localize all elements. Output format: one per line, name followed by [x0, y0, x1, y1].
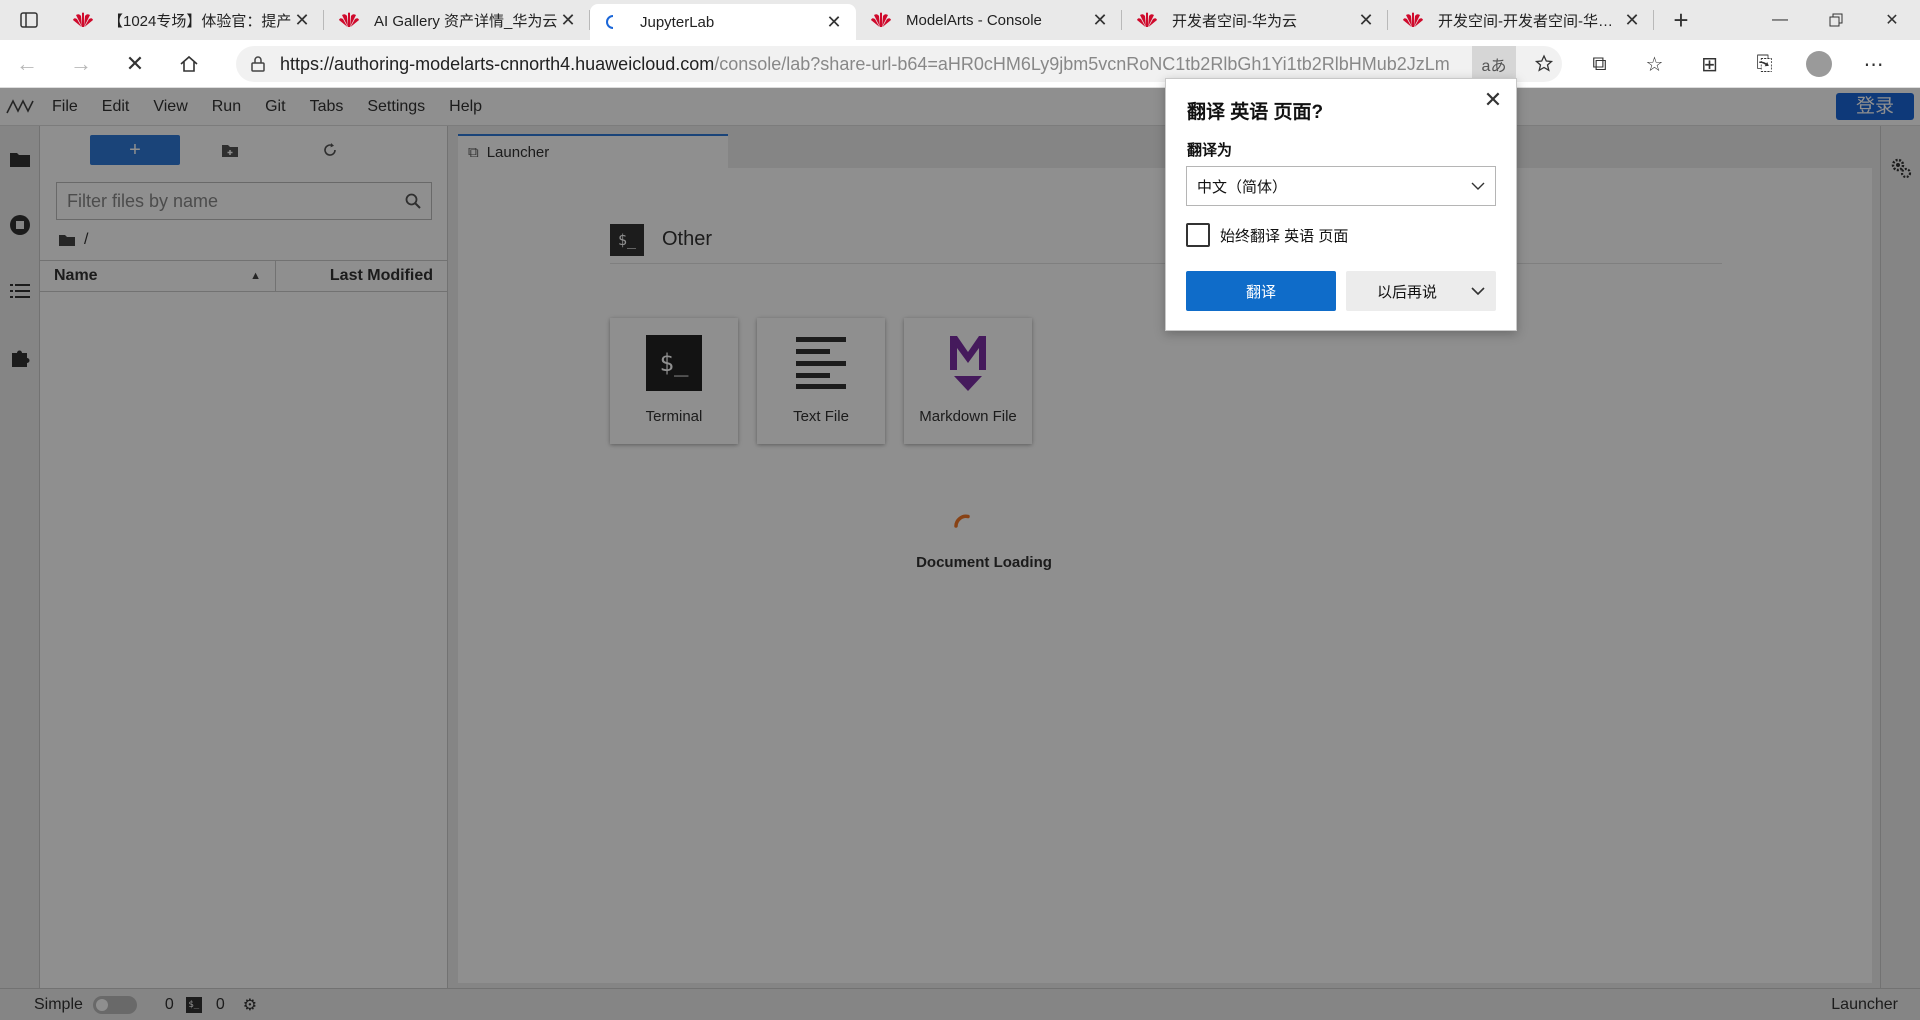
- selected-language: 中文（简体）: [1197, 178, 1288, 196]
- stop-loading-button[interactable]: ✕: [108, 40, 162, 88]
- tab-title: AI Gallery 资产详情_华为云: [374, 12, 558, 30]
- restore-icon: [1829, 13, 1843, 27]
- minimize-icon: —: [1772, 11, 1788, 28]
- translate-button[interactable]: 翻译: [1186, 271, 1336, 311]
- collections-button[interactable]: ⊞: [1682, 40, 1737, 88]
- stop-icon: ✕: [125, 50, 145, 76]
- always-translate-label[interactable]: 始终翻译 英语 页面: [1220, 225, 1348, 246]
- browser-tab[interactable]: 开发者空间-华为云 ✕: [1122, 0, 1388, 40]
- browser-tab[interactable]: ModelArts - Console ✕: [856, 0, 1122, 40]
- home-icon: [180, 55, 198, 72]
- minimize-button[interactable]: —: [1752, 0, 1808, 40]
- puzzle-icon: ⧉: [1592, 52, 1607, 75]
- forward-button[interactable]: →: [54, 40, 108, 88]
- jupyter-loading-icon: [606, 15, 614, 29]
- forward-arrow-icon: →: [70, 50, 92, 76]
- favorites-icon: ☆: [1645, 53, 1664, 76]
- translate-icon: aあ: [1481, 58, 1507, 75]
- translate-page-button[interactable]: aあ: [1472, 46, 1516, 82]
- huawei-logo-icon: [871, 12, 891, 27]
- translate-popup-close-button[interactable]: ✕: [1480, 87, 1506, 113]
- tab-close-icon[interactable]: ✕: [292, 10, 312, 31]
- translate-popup-title: 翻译 英语 页面?: [1187, 102, 1324, 123]
- plus-icon: +: [1673, 4, 1689, 35]
- back-arrow-icon: ←: [16, 50, 38, 76]
- tab-close-icon[interactable]: ✕: [824, 12, 844, 33]
- translate-language-select[interactable]: 中文（简体）: [1186, 166, 1496, 206]
- back-button[interactable]: ←: [0, 40, 54, 88]
- huawei-logo-icon: [73, 12, 93, 27]
- huawei-logo-icon: [1137, 12, 1157, 27]
- tab-close-icon[interactable]: ✕: [1090, 10, 1110, 31]
- browser-tab-bar: 【1024专场】体验官：提产 ✕ AI Gallery 资产详情_华为云 ✕ J…: [0, 0, 1920, 40]
- profile-avatar[interactable]: [1806, 51, 1832, 77]
- browser-tab[interactable]: 开发空间-开发者空间-华为云 ✕: [1388, 0, 1654, 40]
- add-favorite-button[interactable]: [1524, 46, 1564, 82]
- favorites-button[interactable]: ☆: [1627, 40, 1682, 88]
- always-translate-checkbox[interactable]: [1186, 223, 1210, 247]
- address-bar: ← → ✕ https://authoring-modelarts-cnnort…: [0, 40, 1920, 88]
- settings-more-button[interactable]: ⋯: [1846, 40, 1901, 88]
- tab-actions-icon: [20, 12, 38, 28]
- lock-icon[interactable]: [236, 56, 280, 72]
- url-field[interactable]: https://authoring-modelarts-cnnorth4.hua…: [236, 46, 1562, 82]
- restore-button[interactable]: [1808, 0, 1864, 40]
- url-path: /console/lab?share-url-b64=aHR0cHM6Ly9jb…: [714, 53, 1450, 74]
- tab-title: JupyterLab: [640, 13, 715, 31]
- url-host: https://authoring-modelarts-cnnorth4.hua…: [280, 53, 715, 74]
- url-text: https://authoring-modelarts-cnnorth4.hua…: [280, 54, 1450, 75]
- tab-title: ModelArts - Console: [906, 11, 1042, 29]
- translate-target-label: 翻译为: [1187, 142, 1233, 159]
- collections-icon: ⊞: [1701, 53, 1718, 76]
- chevron-down-icon: [1471, 182, 1485, 190]
- home-button[interactable]: [162, 40, 216, 88]
- tab-close-icon[interactable]: ✕: [1622, 10, 1642, 31]
- close-icon: ✕: [1885, 12, 1899, 29]
- chevron-down-icon[interactable]: [1460, 287, 1496, 295]
- huawei-logo-icon: [1403, 12, 1423, 27]
- not-now-label: 以后再说: [1376, 283, 1437, 301]
- tab-title: 开发者空间-华为云: [1172, 12, 1297, 30]
- huawei-logo-icon: [339, 12, 359, 27]
- translate-popup: 翻译 英语 页面? ✕ 翻译为 中文（简体） 始终翻译 英语 页面 翻译 以后再…: [1165, 78, 1517, 331]
- star-add-icon: [1534, 54, 1554, 72]
- browser-tab[interactable]: 【1024专场】体验官：提产 ✕: [58, 0, 324, 40]
- tab-actions-button[interactable]: [0, 0, 58, 40]
- tab-close-icon[interactable]: ✕: [558, 10, 578, 31]
- browser-tab[interactable]: AI Gallery 资产详情_华为云 ✕: [324, 0, 590, 40]
- share-button[interactable]: ⎘: [1737, 40, 1792, 88]
- tab-title: 【1024专场】体验官：提产: [108, 12, 292, 30]
- tab-title: 开发空间-开发者空间-华为云: [1438, 12, 1622, 30]
- share-icon: ⎘: [1756, 52, 1773, 75]
- page-dim-overlay: [0, 88, 1920, 1020]
- more-icon: ⋯: [1863, 53, 1884, 76]
- not-now-button[interactable]: 以后再说: [1346, 271, 1496, 311]
- always-translate-row: 始终翻译 英语 页面: [1186, 223, 1348, 247]
- browser-tab-active[interactable]: JupyterLab ✕: [590, 4, 856, 40]
- new-tab-button[interactable]: +: [1654, 0, 1708, 40]
- tab-close-icon[interactable]: ✕: [1356, 10, 1376, 31]
- extensions-button[interactable]: ⧉: [1572, 40, 1627, 88]
- close-window-button[interactable]: ✕: [1864, 0, 1920, 40]
- browser-toolbar: ⧉ ☆ ⊞ ⎘ ⋯: [1572, 40, 1901, 88]
- close-icon: ✕: [1483, 87, 1503, 112]
- window-controls: — ✕: [1752, 0, 1920, 40]
